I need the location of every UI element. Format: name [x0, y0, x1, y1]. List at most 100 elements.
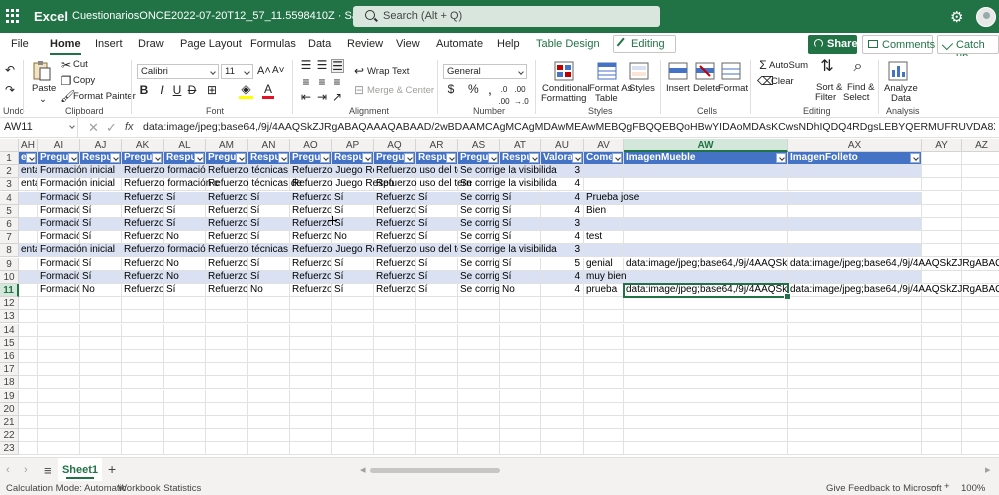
styles-label[interactable]: Styles — [629, 83, 655, 94]
empty-cell[interactable] — [332, 442, 374, 456]
empty-cell[interactable] — [458, 429, 500, 443]
empty-cell[interactable] — [624, 376, 788, 390]
empty-cell[interactable] — [206, 429, 248, 443]
filter-dropdown-icon[interactable] — [488, 153, 498, 163]
filter-dropdown-icon[interactable] — [278, 153, 288, 163]
table-cell[interactable]: 3 — [541, 218, 584, 231]
empty-cell[interactable] — [206, 363, 248, 377]
autosum-icon[interactable]: Σ — [757, 59, 769, 71]
empty-cell[interactable] — [922, 152, 962, 165]
empty-cell[interactable] — [19, 416, 38, 429]
empty-cell[interactable] — [19, 402, 38, 416]
empty-cell[interactable] — [922, 191, 962, 205]
percent-icon[interactable]: % — [468, 83, 479, 95]
empty-cell[interactable] — [206, 389, 248, 403]
empty-cell[interactable] — [788, 376, 922, 390]
table-header-cell[interactable]: Respue — [80, 152, 122, 165]
empty-cell[interactable] — [248, 402, 290, 416]
empty-cell[interactable] — [164, 323, 206, 337]
tab-data[interactable]: Data — [308, 38, 331, 50]
table-cell[interactable]: Refuerzo u — [374, 284, 416, 297]
table-cell[interactable]: Formación inicial — [38, 178, 115, 192]
table-header-cell[interactable]: Pregun — [290, 152, 332, 165]
empty-cell[interactable] — [290, 389, 332, 403]
column-header[interactable]: AN — [248, 139, 290, 152]
table-cell[interactable] — [584, 165, 624, 179]
table-cell[interactable]: Refuerzo f — [122, 231, 164, 245]
find-select-magnifier-icon[interactable]: ⌕ — [849, 59, 867, 75]
empty-cell[interactable] — [584, 416, 624, 429]
empty-cell[interactable] — [584, 336, 624, 350]
row-header[interactable]: 12 — [0, 297, 19, 311]
empty-cell[interactable] — [500, 442, 541, 456]
format-cells-icon[interactable] — [720, 60, 742, 82]
table-cell[interactable] — [19, 284, 38, 297]
empty-cell[interactable] — [962, 363, 999, 377]
empty-cell[interactable] — [206, 376, 248, 390]
table-cell[interactable]: Refuerzo f — [122, 270, 164, 284]
empty-cell[interactable] — [38, 429, 80, 443]
table-cell[interactable]: Sí — [416, 257, 458, 271]
font-color-icon[interactable]: A — [262, 83, 274, 95]
table-cell[interactable]: Se corrige — [458, 218, 500, 231]
empty-cell[interactable] — [290, 310, 332, 324]
table-cell[interactable]: Sí — [80, 218, 122, 231]
empty-cell[interactable] — [624, 442, 788, 456]
table-header-cell[interactable]: Respue — [332, 152, 374, 165]
format-painter-icon[interactable]: 🖌 — [60, 90, 75, 102]
table-cell[interactable]: test — [584, 231, 624, 245]
empty-cell[interactable] — [922, 389, 962, 403]
empty-cell[interactable] — [458, 310, 500, 324]
empty-cell[interactable] — [248, 336, 290, 350]
empty-cell[interactable] — [458, 297, 500, 311]
empty-cell[interactable] — [500, 363, 541, 377]
empty-cell[interactable] — [290, 429, 332, 443]
row-header[interactable]: 19 — [0, 389, 19, 403]
merge-center-icon[interactable]: ⊟ — [353, 84, 365, 96]
empty-cell[interactable] — [584, 363, 624, 377]
table-cell[interactable]: Sí — [164, 284, 206, 297]
empty-cell[interactable] — [962, 442, 999, 456]
empty-cell[interactable] — [962, 297, 999, 311]
empty-cell[interactable] — [290, 402, 332, 416]
insert-label[interactable]: Insert — [666, 83, 690, 94]
clear-label[interactable]: Clear — [771, 76, 794, 87]
empty-cell[interactable] — [38, 310, 80, 324]
row-header[interactable]: 20 — [0, 402, 19, 416]
editing-mode-dropdown[interactable]: Editing — [613, 35, 676, 53]
empty-cell[interactable] — [38, 402, 80, 416]
enter-check-icon[interactable]: ✓ — [106, 120, 117, 136]
empty-cell[interactable] — [38, 336, 80, 350]
table-cell[interactable]: Refuerzo f — [122, 191, 164, 205]
empty-cell[interactable] — [248, 389, 290, 403]
empty-cell[interactable] — [80, 363, 122, 377]
insert-cells-icon[interactable] — [667, 60, 689, 82]
table-cell[interactable]: enta — [19, 178, 38, 192]
empty-cell[interactable] — [80, 336, 122, 350]
empty-cell[interactable] — [248, 442, 290, 456]
column-header[interactable]: AV — [584, 139, 624, 152]
next-sheet-icon[interactable]: › — [24, 464, 28, 476]
table-cell[interactable]: Refuerzo formación c — [122, 165, 219, 179]
empty-cell[interactable] — [248, 310, 290, 324]
empty-cell[interactable] — [922, 178, 962, 192]
table-cell[interactable]: Sí — [416, 270, 458, 284]
table-cell[interactable]: No — [164, 231, 206, 245]
undo-icon[interactable]: ↶ — [4, 64, 16, 76]
row-header[interactable]: 4 — [0, 191, 19, 205]
empty-cell[interactable] — [122, 429, 164, 443]
empty-cell[interactable] — [19, 350, 38, 363]
table-cell[interactable]: 4 — [541, 231, 584, 245]
empty-cell[interactable] — [962, 403, 999, 416]
table-cell[interactable] — [788, 218, 922, 231]
empty-cell[interactable] — [374, 350, 416, 363]
table-header-cell[interactable]: Pregun — [374, 152, 416, 165]
table-cell[interactable] — [19, 231, 38, 245]
table-header-cell[interactable]: Pregun — [122, 152, 164, 165]
empty-cell[interactable] — [80, 310, 122, 324]
empty-cell[interactable] — [624, 310, 788, 324]
table-cell[interactable]: Formación inicial — [38, 244, 115, 258]
table-cell[interactable]: Sí — [416, 204, 458, 218]
table-cell[interactable]: Sí — [248, 257, 290, 271]
empty-cell[interactable] — [584, 442, 624, 456]
